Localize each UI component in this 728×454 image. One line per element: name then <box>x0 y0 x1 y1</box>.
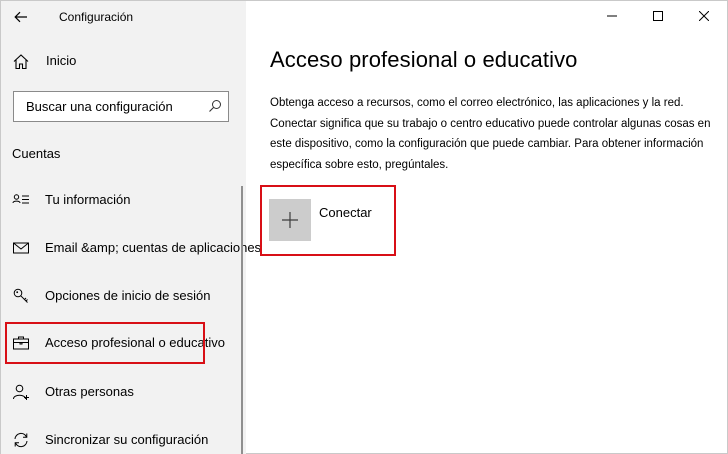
minimize-icon <box>607 15 617 17</box>
page-title: Acceso profesional o educativo <box>270 47 578 72</box>
sidebar-item-label: Acceso profesional o educativo <box>45 335 225 350</box>
maximize-icon <box>653 11 663 21</box>
minimize-button[interactable] <box>589 1 635 31</box>
sidebar-item-label: Email &amp; cuentas de aplicaciones <box>45 240 262 255</box>
app-title: Configuración <box>59 10 134 24</box>
key-icon <box>13 288 28 303</box>
sidebar-item-label: Otras personas <box>45 384 134 399</box>
sidebar-item-sync-settings[interactable]: Sincronizar su configuración <box>1 420 246 454</box>
search-input[interactable] <box>14 92 204 121</box>
briefcase-icon <box>13 336 29 350</box>
title-bar: Configuración <box>1 1 246 33</box>
sidebar-item-your-info[interactable]: Tu información <box>1 180 246 220</box>
sidebar-item-label: Tu información <box>45 192 131 207</box>
maximize-button[interactable] <box>635 1 681 31</box>
close-icon <box>699 11 709 21</box>
back-arrow-icon <box>14 11 27 23</box>
search-box[interactable] <box>13 91 229 122</box>
sidebar-item-home[interactable]: Inicio <box>1 45 246 77</box>
page-description: Obtenga acceso a recursos, como el corre… <box>270 97 711 171</box>
settings-window: Configuración Inicio Cuentas Tu informac… <box>0 0 728 454</box>
person-add-icon <box>13 384 29 400</box>
plus-icon <box>282 212 298 228</box>
sidebar-item-signin-options[interactable]: Opciones de inicio de sesión <box>1 276 246 316</box>
sidebar-item-label: Sincronizar su configuración <box>45 432 209 447</box>
sidebar-item-email-accounts[interactable]: Email &amp; cuentas de aplicaciones <box>1 228 261 268</box>
mail-icon <box>13 242 29 254</box>
section-header: Cuentas <box>12 146 61 161</box>
sidebar: Configuración Inicio Cuentas Tu informac… <box>1 1 261 454</box>
sidebar-scrollbar[interactable] <box>241 186 243 454</box>
sidebar-item-label: Opciones de inicio de sesión <box>45 288 211 303</box>
search-icon[interactable] <box>208 99 222 113</box>
close-button[interactable] <box>681 1 727 31</box>
sync-icon <box>14 432 28 448</box>
back-button[interactable] <box>7 3 35 31</box>
sidebar-item-work-school-access[interactable]: Acceso profesional o educativo <box>1 323 246 363</box>
sidebar-item-other-people[interactable]: Otras personas <box>1 372 246 412</box>
sidebar-item-label: Inicio <box>46 53 77 68</box>
person-card-icon <box>12 194 29 204</box>
connect-label[interactable]: Conectar <box>319 205 372 220</box>
connect-button[interactable] <box>269 199 311 241</box>
home-icon <box>13 54 29 70</box>
caption-buttons <box>589 1 727 31</box>
